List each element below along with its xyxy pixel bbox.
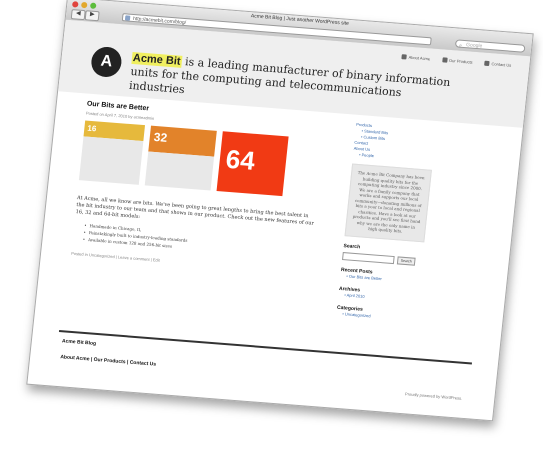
tile-32-label: 32 [153, 129, 168, 145]
feature-list: Handmade in Chicago, IL Painstakingly bu… [82, 222, 188, 251]
sidebar: Products Standard Bits Custom Bits Conta… [336, 122, 436, 323]
search-icon: ⌕ [458, 42, 463, 49]
screenshot-stage: Acme Bit Blog | Just another WordPress s… [0, 0, 543, 453]
post-footer[interactable]: Posted in Uncategorized | Leave a commen… [71, 251, 160, 263]
tile-16-label: 16 [86, 123, 97, 134]
browser-window: Acme Bit Blog | Just another WordPress s… [26, 0, 534, 422]
address-text: http://acmebit.com/blog/ [132, 15, 187, 27]
search-input[interactable] [342, 251, 395, 264]
about-icon [401, 54, 407, 60]
footer-blog-name[interactable]: Acme Bit Blog [62, 338, 97, 347]
footer-links[interactable]: About Acme | Our Products | Contact Us [60, 354, 156, 367]
contact-icon [484, 60, 490, 67]
products-icon [441, 57, 448, 63]
tile-16: 16 [78, 120, 146, 185]
about-box: The Acme Bit Company has been building q… [344, 163, 432, 242]
site-icon [124, 15, 131, 21]
browser-search-placeholder: Google [465, 42, 483, 50]
search-button[interactable]: Search [396, 255, 416, 266]
forward-button[interactable]: ▶ [84, 10, 100, 22]
tile-64: 64 [216, 131, 289, 197]
bit-tiles-image: 16 32 64 [78, 120, 298, 200]
tile-64-label: 64 [224, 143, 257, 176]
back-button[interactable]: ◀ [70, 9, 86, 21]
footer-credit[interactable]: Proudly powered by WordPress. [405, 391, 463, 400]
tile-32: 32 [144, 125, 217, 191]
